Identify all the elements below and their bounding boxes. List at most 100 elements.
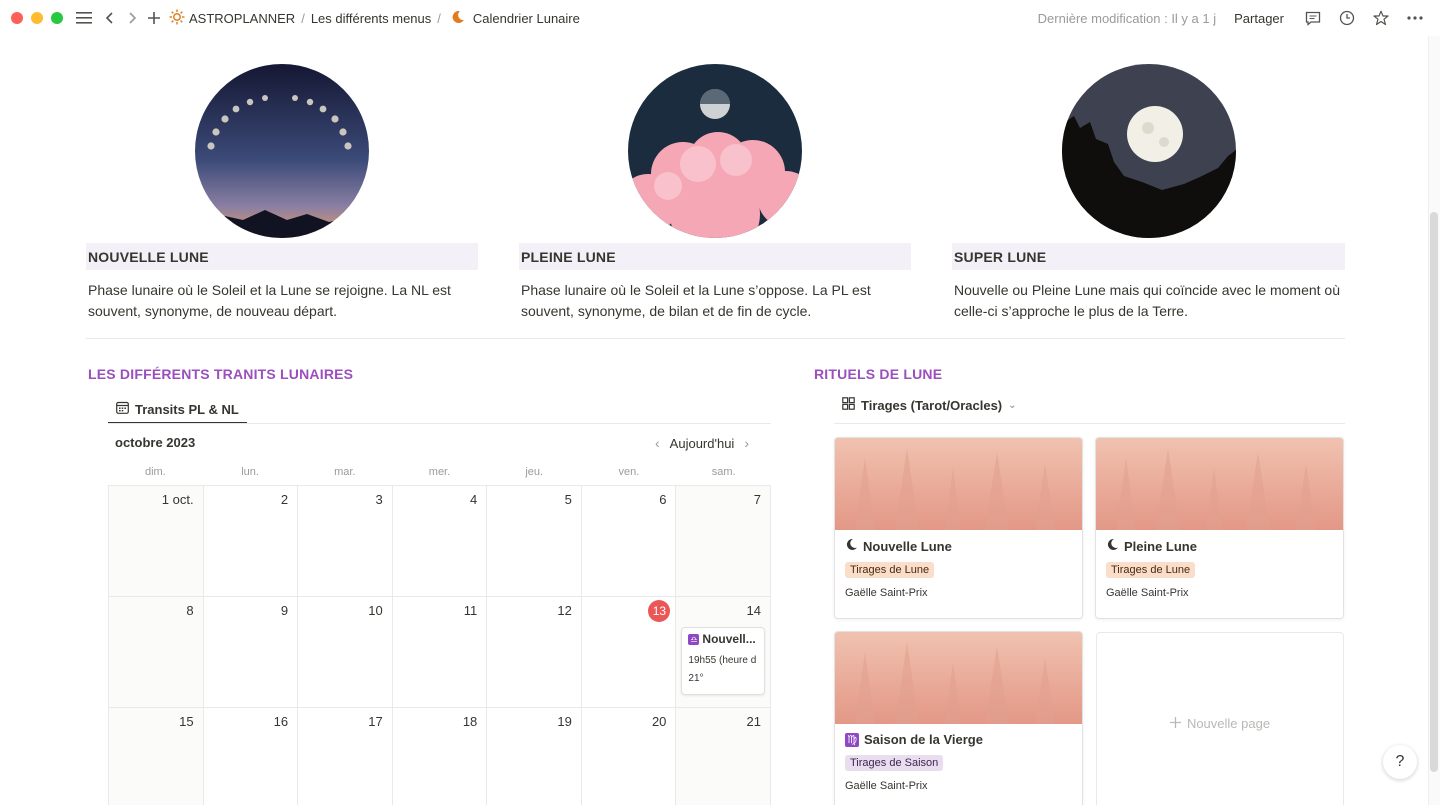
card-cover-image	[835, 632, 1082, 724]
card-author: Gaëlle Saint-Prix	[845, 587, 928, 599]
comments-icon[interactable]	[1302, 7, 1324, 29]
minimize-window-button[interactable]	[31, 12, 43, 24]
calendar-month-label: octobre 2023	[115, 435, 196, 450]
moon-phase-description: Phase lunaire où le Soleil et la Lune se…	[88, 282, 451, 319]
calendar-view-label: Transits PL & NL	[135, 401, 239, 417]
gallery-view-label: Tirages (Tarot/Oracles)	[861, 397, 1003, 413]
calendar-day-cell[interactable]: 16	[204, 708, 299, 805]
day-number: 11	[463, 603, 478, 618]
chevron-down-icon: ⌄	[1008, 399, 1017, 411]
day-number: 5	[564, 492, 572, 507]
crescent-moon-icon	[451, 10, 465, 27]
new-page-plus-icon[interactable]	[143, 7, 165, 29]
breadcrumb-menus[interactable]: Les différents menus	[311, 11, 431, 26]
calendar-day-cell[interactable]: 20	[582, 708, 677, 805]
day-number: 21	[746, 714, 761, 729]
rituals-heading: RITUELS DE LUNE	[814, 366, 943, 382]
weekday-label: sam.	[711, 466, 736, 478]
day-number: 19	[557, 714, 572, 729]
next-month-icon[interactable]: ›	[744, 435, 749, 451]
gallery-card[interactable]: Pleine Lune Tirages de Lune Gaëlle Saint…	[1095, 437, 1344, 619]
calendar-day-cell[interactable]: 8	[109, 597, 204, 708]
more-options-icon[interactable]	[1404, 7, 1426, 29]
sun-icon	[169, 9, 185, 28]
scrollbar-thumb[interactable]	[1430, 212, 1438, 772]
transits-heading: LES DIFFÉRENTS TRANITS LUNAIRES	[88, 366, 354, 382]
day-number: 8	[186, 603, 194, 618]
calendar-day-cell[interactable]: 12	[487, 597, 582, 708]
calendar-day-cell[interactable]: 7	[676, 486, 771, 597]
plus-icon	[1169, 716, 1181, 731]
today-button[interactable]: Aujourd'hui	[670, 436, 735, 451]
day-number: 14	[746, 603, 761, 618]
day-number: 20	[651, 714, 667, 729]
day-number: 7	[753, 492, 761, 507]
event-degree: 21°	[688, 673, 704, 684]
previous-month-icon[interactable]: ‹	[655, 435, 660, 451]
calendar-day-cell[interactable]: 10	[298, 597, 393, 708]
card-tag: Tirages de Saison	[845, 755, 944, 771]
card-author: Gaëlle Saint-Prix	[845, 780, 928, 792]
today-badge: 13	[648, 600, 671, 622]
day-number: 2	[280, 492, 289, 507]
calendar-day-cell-today[interactable]: 13	[581, 597, 677, 708]
calendar-day-cell[interactable]: 5	[487, 486, 582, 597]
gallery-grid-icon	[842, 397, 855, 413]
new-page-label: Nouvelle page	[1186, 715, 1271, 731]
card-title: Pleine Lune	[1124, 538, 1197, 554]
calendar-day-cell[interactable]: 17	[298, 708, 393, 805]
sidebar-menu-icon[interactable]	[73, 7, 95, 29]
close-window-button[interactable]	[11, 12, 23, 24]
calendar-icon	[116, 401, 129, 417]
gallery-card[interactable]: Nouvelle Lune Tirages de Lune Gaëlle Sai…	[834, 437, 1083, 619]
forward-arrow-icon[interactable]	[121, 7, 143, 29]
card-tag: Tirages de Lune	[1106, 562, 1196, 578]
calendar-day-cell[interactable]: 19	[487, 708, 582, 805]
moon-phase-title: SUPER LUNE	[952, 243, 1345, 270]
calendar-day-cell[interactable]: 11	[392, 597, 488, 708]
calendar-day-cell[interactable]: 4	[392, 486, 488, 597]
calendar-tab-divider	[108, 423, 771, 424]
favorite-star-icon[interactable]	[1370, 7, 1392, 29]
calendar-day-cell[interactable]: 9	[203, 597, 299, 708]
card-cover-image	[1096, 438, 1343, 530]
calendar-day-cell[interactable]: 6	[581, 486, 677, 597]
calendar-day-cell[interactable]: 2	[203, 486, 299, 597]
calendar-day-cell[interactable]: 18	[393, 708, 488, 805]
breadcrumb-workspace[interactable]: ASTROPLANNER	[189, 11, 295, 26]
calendar-navigation: ‹ Aujourd'hui ›	[655, 435, 749, 451]
day-number: 9	[280, 603, 289, 618]
event-time: 19h55 (heure d	[688, 655, 757, 666]
breadcrumb-separator: /	[437, 10, 441, 26]
card-title: Nouvelle Lune	[863, 538, 952, 554]
calendar-day-cell[interactable]: 15	[109, 708, 204, 805]
gallery-tab-divider	[834, 423, 1345, 424]
calendar-day-cell[interactable]: 1 oct.	[109, 486, 204, 597]
calendar-day-cell[interactable]: 3	[298, 486, 393, 597]
last-modified-text: Dernière modification : Il y a 1 j	[1037, 10, 1217, 26]
weekday-label: mar.	[334, 466, 356, 478]
calendar-day-cell[interactable]: 21	[676, 708, 771, 805]
day-number: 18	[462, 714, 478, 729]
share-button[interactable]: Partager	[1234, 11, 1284, 26]
title-bar: ASTROPLANNER / Les différents menus / Ca…	[0, 0, 1440, 36]
zoom-window-button[interactable]	[51, 12, 63, 24]
card-cover-image	[835, 438, 1082, 530]
nouvelle-lune-card: NOUVELLE LUNE Phase lunaire où le Soleil…	[86, 64, 478, 322]
breadcrumb-current-page[interactable]: Calendrier Lunaire	[473, 11, 580, 26]
calendar-day-cell[interactable]: 14 ♎ Nouvell... 19h55 (heure d 21°	[676, 597, 771, 708]
new-page-button[interactable]: Nouvelle page	[1096, 632, 1344, 805]
back-arrow-icon[interactable]	[99, 7, 121, 29]
nouvelle-lune-image	[195, 64, 369, 238]
gallery-card[interactable]: ♍ Saison de la Vierge Tirages de Saison …	[834, 631, 1083, 805]
zodiac-sign-icon: ♎	[688, 633, 700, 645]
calendar-event-card[interactable]: ♎ Nouvell... 19h55 (heure d 21°	[681, 627, 766, 695]
day-number: 12	[557, 603, 572, 618]
moon-phase-description: Phase lunaire où le Soleil et la Lune s’…	[521, 282, 871, 319]
gallery-view-selector[interactable]: Tirages (Tarot/Oracles) ⌄	[842, 397, 1017, 413]
calendar-view-tab[interactable]: Transits PL & NL	[108, 396, 247, 424]
help-button[interactable]: ?	[1383, 745, 1417, 779]
day-number: 4	[470, 492, 478, 507]
history-clock-icon[interactable]	[1336, 7, 1358, 29]
moon-phase-description: Nouvelle ou Pleine Lune mais qui coïncid…	[954, 282, 1341, 319]
